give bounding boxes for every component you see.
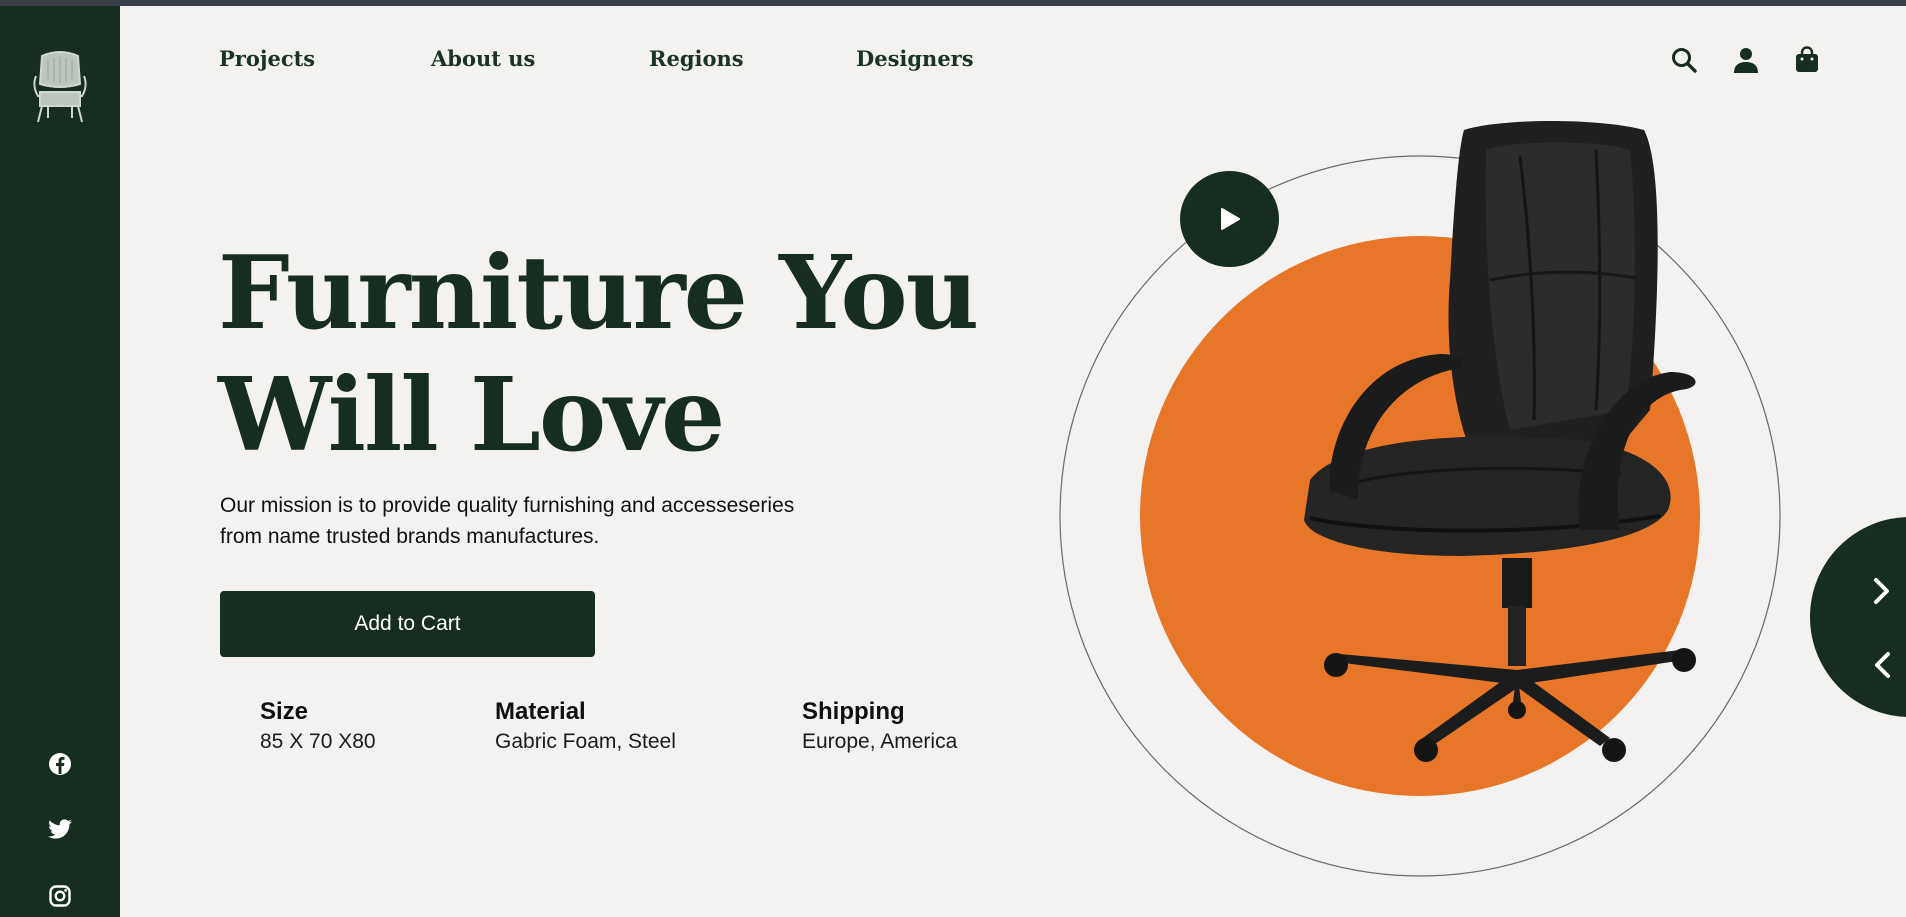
instagram-icon[interactable] — [46, 882, 74, 910]
sidebar — [0, 6, 120, 917]
play-icon — [1219, 207, 1241, 231]
spec-material: Material Gabric Foam, Steel — [495, 698, 676, 754]
spec-shipping: Shipping Europe, America — [802, 698, 957, 754]
nav-item-designers[interactable]: Designers — [856, 46, 974, 71]
facebook-icon[interactable] — [46, 750, 74, 778]
hero-visual — [1040, 110, 1800, 890]
chevron-left-icon[interactable] — [1864, 647, 1900, 683]
hero-headline: Furniture You Will Love — [218, 232, 979, 476]
shopping-bag-icon[interactable] — [1791, 44, 1823, 76]
headline-line-1: Furniture You — [218, 233, 979, 352]
spec-value: Gabric Foam, Steel — [495, 730, 676, 753]
nav-item-regions[interactable]: Regions — [649, 46, 744, 71]
mission-text: Our mission is to provide quality furnis… — [220, 490, 860, 552]
headline-line-2: Will Love — [218, 355, 725, 474]
spec-label: Material — [495, 698, 586, 725]
browser-top-bar — [0, 0, 1906, 6]
user-icon[interactable] — [1730, 44, 1762, 76]
spec-value: Europe, America — [802, 730, 958, 753]
play-video-button[interactable] — [1180, 171, 1279, 267]
chevron-right-icon[interactable] — [1864, 573, 1900, 609]
mission-line-2: from name trusted brands manufactures. — [220, 525, 600, 548]
carousel-controls — [1810, 517, 1906, 717]
add-to-cart-button[interactable]: Add to Cart — [220, 591, 595, 657]
twitter-icon[interactable] — [46, 816, 74, 844]
spec-size: Size 85 X 70 X80 — [260, 698, 376, 754]
search-icon[interactable] — [1668, 44, 1700, 76]
spec-value: 85 X 70 X80 — [260, 730, 376, 753]
armchair-logo-icon[interactable] — [30, 46, 90, 126]
spec-label: Size — [260, 698, 309, 725]
nav-item-about-us[interactable]: About us — [431, 46, 535, 71]
spec-label: Shipping — [802, 698, 905, 725]
mission-line-1: Our mission is to provide quality furnis… — [220, 494, 795, 517]
nav-item-projects[interactable]: Projects — [219, 46, 315, 71]
